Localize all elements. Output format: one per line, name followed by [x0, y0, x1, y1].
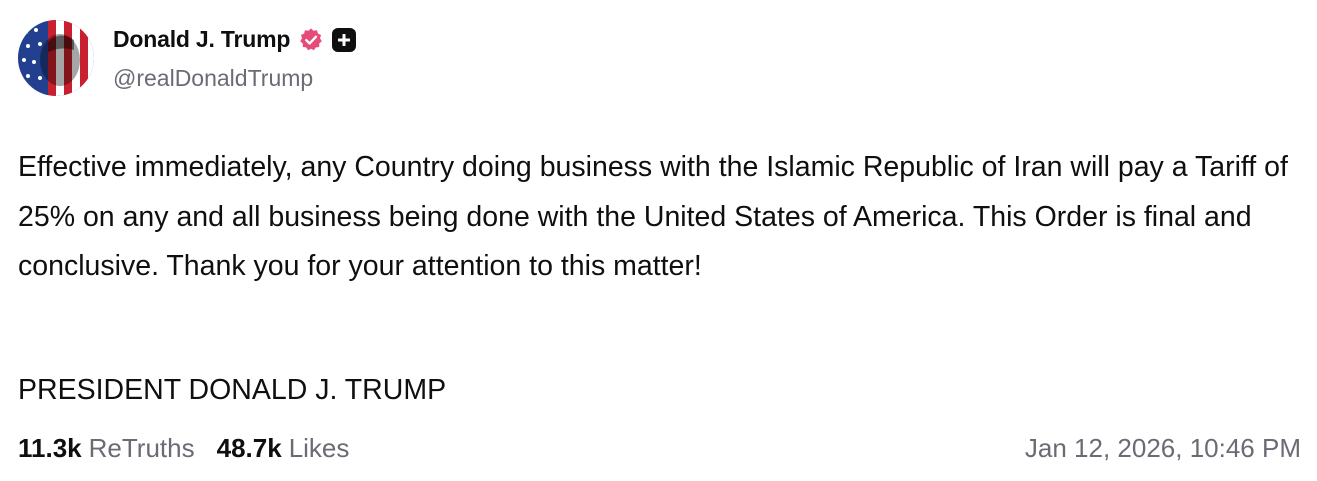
- post-timestamp[interactable]: Jan 12, 2026, 10:46 PM: [1025, 430, 1301, 466]
- post-signature: PRESIDENT DONALD J. TRUMP: [18, 374, 447, 406]
- plus-badge-icon: [332, 27, 357, 52]
- display-name[interactable]: Donald J. Trump: [113, 26, 290, 53]
- name-row: Donald J. Trump: [113, 25, 357, 55]
- retruths-label: ReTruths: [88, 433, 195, 463]
- post-header: Donald J. Trump @realDonaldTrump: [18, 20, 357, 96]
- avatar-image: [18, 20, 94, 96]
- author-identity: Donald J. Trump @realDonaldTrump: [113, 25, 357, 92]
- avatar[interactable]: [18, 20, 94, 96]
- verified-badge-icon: [298, 27, 324, 53]
- post-card: Donald J. Trump @realDonaldTrump Effecti…: [0, 0, 1317, 481]
- retruths-stat[interactable]: 11.3k ReTruths: [18, 430, 195, 466]
- retruths-count: 11.3k: [18, 433, 82, 463]
- likes-stat[interactable]: 48.7k Likes: [217, 430, 350, 466]
- post-stats: 11.3k ReTruths 48.7k Likes: [18, 430, 349, 466]
- likes-label: Likes: [288, 433, 350, 463]
- post-text: Effective immediately, any Country doing…: [18, 151, 1288, 282]
- author-handle[interactable]: @realDonaldTrump: [113, 65, 356, 92]
- likes-count: 48.7k: [216, 433, 282, 463]
